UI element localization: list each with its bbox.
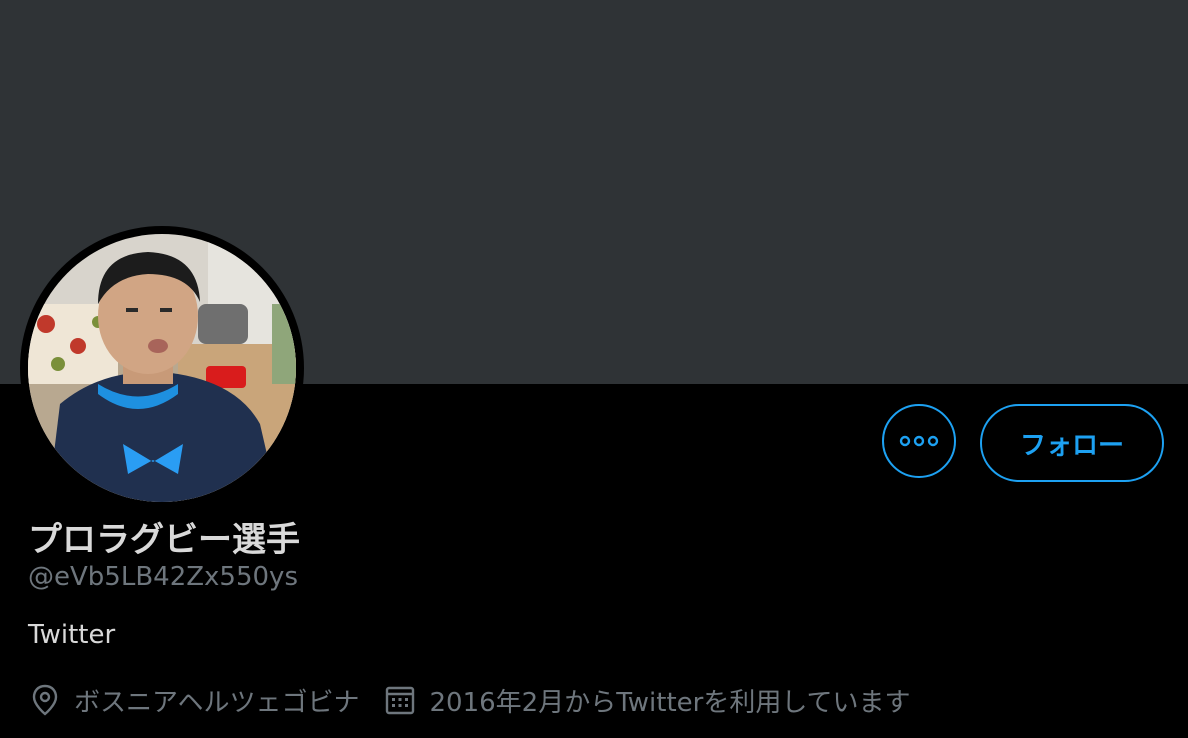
follow-button[interactable]: フォロー	[980, 404, 1164, 482]
profile-bio: Twitter	[28, 620, 116, 650]
joined-text: 2016年2月からTwitterを利用しています	[429, 687, 911, 718]
display-name: プロラグビー選手	[28, 520, 300, 560]
more-options-button[interactable]	[882, 404, 956, 478]
user-handle: @eVb5LB42Zx550ys	[28, 562, 298, 592]
avatar-photo	[28, 234, 296, 502]
more-horizontal-icon	[899, 435, 939, 447]
profile-avatar[interactable]	[20, 226, 304, 510]
follow-button-label: フォロー	[1019, 430, 1124, 461]
profile-page: フォロー プロラグビー選手 @eVb5LB42Zx550ys Twitter ボ…	[0, 0, 1188, 738]
calendar-icon	[383, 683, 417, 717]
profile-meta: ボスニアヘルツェゴビナ 2016年2月からTwitterを利用しています	[28, 680, 911, 720]
location-item: ボスニアヘルツェゴビナ	[28, 682, 359, 719]
location-pin-icon	[28, 683, 62, 717]
location-text: ボスニアヘルツェゴビナ	[74, 687, 360, 718]
joined-item: 2016年2月からTwitterを利用しています	[383, 682, 911, 719]
